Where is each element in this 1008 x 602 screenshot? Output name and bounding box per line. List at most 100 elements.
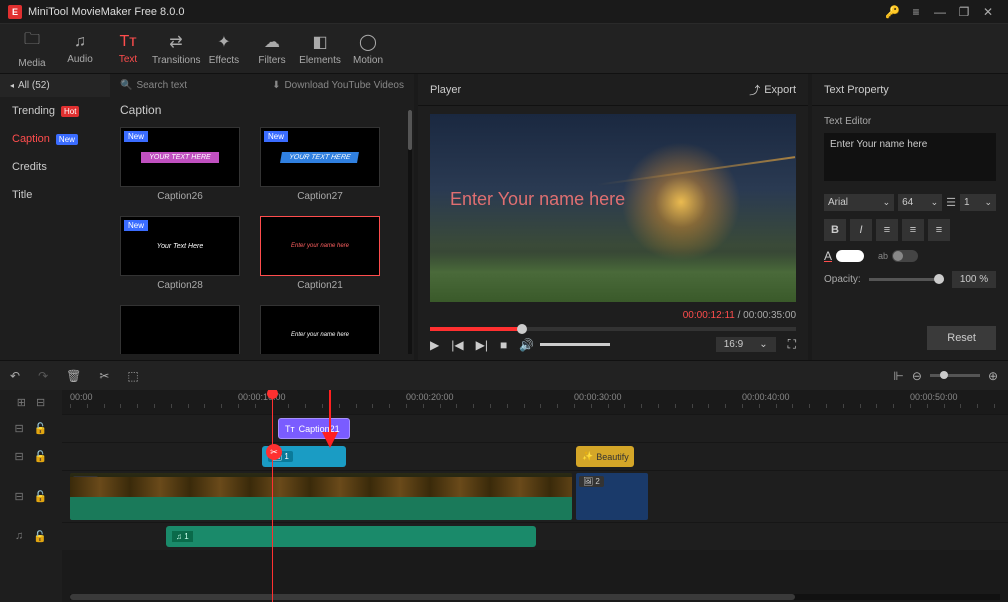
font-select[interactable]: Arial: [824, 194, 894, 211]
new-badge: New: [124, 131, 148, 142]
new-badge: New: [264, 131, 288, 142]
split-handle[interactable]: ✂: [266, 444, 282, 460]
tool-text[interactable]: TтText: [104, 33, 152, 65]
video-clip-2[interactable]: 🖼 2: [576, 473, 648, 520]
caption-item[interactable]: NewYOUR TEXT HERE Caption26: [120, 127, 240, 202]
split-button[interactable]: ✂: [99, 369, 109, 383]
audio-clip[interactable]: ♫ 1: [166, 526, 536, 547]
track-type-audio-icon: ♫: [15, 530, 23, 542]
effects-icon: ✦: [200, 32, 248, 52]
highlight-toggle[interactable]: [892, 250, 918, 262]
download-youtube-link[interactable]: Download YouTube Videos: [272, 80, 404, 91]
new-badge: New: [124, 220, 148, 231]
zoom-slider[interactable]: [930, 374, 980, 377]
tool-effects[interactable]: ✦Effects: [200, 32, 248, 66]
library-scrollbar[interactable]: [408, 110, 412, 354]
crop-button[interactable]: ⬚: [127, 369, 138, 383]
zoom-in-button[interactable]: ⊕: [988, 369, 998, 383]
caption-item[interactable]: Enter your name here Caption23: [260, 305, 380, 354]
next-frame-button[interactable]: ▶|: [476, 338, 488, 352]
aspect-ratio-select[interactable]: 16:9: [716, 337, 776, 352]
opacity-slider[interactable]: [869, 278, 944, 281]
track-lock-button[interactable]: 🔓: [33, 530, 47, 543]
audio-track[interactable]: ♫ 1: [62, 522, 1008, 550]
sidebar-item-trending[interactable]: TrendingHot: [0, 97, 110, 125]
align-right-button[interactable]: ≡: [928, 219, 950, 241]
text-library: Search text Download YouTube Videos Capt…: [110, 74, 414, 360]
titlebar: E MiniTool MovieMaker Free 8.0.0 🔑 ≡ — ❐…: [0, 0, 1008, 24]
volume-slider[interactable]: [540, 343, 610, 346]
track-lock-button[interactable]: 🔓: [34, 490, 48, 503]
player-title: Player: [430, 84, 749, 96]
timeline-scrollbar[interactable]: [70, 594, 1000, 600]
close-button[interactable]: ✕: [976, 5, 1000, 19]
italic-button[interactable]: I: [850, 219, 872, 241]
tracks-area[interactable]: 00:00 00:00:10:00 00:00:20:00 00:00:30:0…: [62, 390, 1008, 602]
hot-badge: Hot: [61, 106, 79, 117]
tool-transitions[interactable]: ⇄Transitions: [152, 32, 200, 66]
audio-icon: ♫: [56, 33, 104, 51]
caption-item-selected[interactable]: Enter your name here Caption21: [260, 216, 380, 291]
export-button[interactable]: Export: [749, 82, 796, 98]
play-button[interactable]: ▶: [430, 338, 439, 352]
overlay-track[interactable]: 🖼 1 Beautify: [62, 442, 1008, 470]
zoom-out-button[interactable]: ⊖: [912, 369, 922, 383]
text-track[interactable]: Caption21: [62, 414, 1008, 442]
collapse-tracks-button[interactable]: ⊟: [36, 396, 45, 409]
font-size-select[interactable]: 64: [898, 194, 942, 211]
text-property-panel: Text Property Text Editor Enter Your nam…: [812, 74, 1008, 360]
undo-button[interactable]: ↶: [10, 369, 20, 383]
delete-button[interactable]: 🗑: [66, 369, 81, 383]
reset-button[interactable]: Reset: [927, 326, 996, 350]
prev-frame-button[interactable]: |◀: [451, 338, 463, 352]
opacity-value: 100 %: [952, 271, 996, 288]
text-editor-label: Text Editor: [824, 116, 996, 127]
fullscreen-button[interactable]: ⛶: [788, 337, 796, 352]
bold-button[interactable]: B: [824, 219, 846, 241]
add-track-button[interactable]: ⊞: [17, 396, 26, 409]
align-left-button[interactable]: ≡: [876, 219, 898, 241]
tool-media[interactable]: 🗀Media: [8, 28, 56, 69]
caption-item[interactable]: NewYour Text Here Caption28: [120, 216, 240, 291]
line-height-select[interactable]: 1: [960, 194, 996, 211]
main-toolbar: 🗀Media ♫Audio TтText ⇄Transitions ✦Effec…: [0, 24, 1008, 74]
playhead[interactable]: [272, 390, 273, 602]
sidebar-item-credits[interactable]: Credits: [0, 153, 110, 181]
app-title: MiniTool MovieMaker Free 8.0.0: [28, 6, 885, 18]
redo-button[interactable]: ↷: [38, 369, 48, 383]
track-lock-button[interactable]: 🔓: [34, 450, 48, 463]
sidebar-header[interactable]: All (52): [0, 74, 110, 97]
folder-icon: 🗀: [8, 28, 56, 55]
tool-elements[interactable]: ◧Elements: [296, 32, 344, 66]
highlight-label: ab: [878, 251, 888, 261]
transitions-icon: ⇄: [152, 32, 200, 52]
timeline-ruler[interactable]: 00:00 00:00:10:00 00:00:20:00 00:00:30:0…: [62, 390, 1008, 414]
caption-item[interactable]: Caption22: [120, 305, 240, 354]
track-type-video-icon: ⊟: [15, 490, 24, 503]
beautify-clip[interactable]: Beautify: [576, 446, 634, 467]
line-height-icon: ☰: [946, 196, 956, 209]
tool-filters[interactable]: ☁Filters: [248, 32, 296, 66]
stop-button[interactable]: ■: [500, 338, 507, 352]
text-editor-input[interactable]: Enter Your name here: [824, 133, 996, 181]
zoom-fit-button[interactable]: ⊩: [893, 369, 903, 383]
track-lock-button[interactable]: 🔓: [34, 422, 48, 435]
menu-icon[interactable]: ≡: [904, 5, 928, 19]
maximize-button[interactable]: ❐: [952, 5, 976, 19]
search-input[interactable]: Search text: [120, 80, 272, 91]
video-track[interactable]: 🖼 1 🖼 2: [62, 470, 1008, 522]
tool-audio[interactable]: ♫Audio: [56, 33, 104, 65]
minimize-button[interactable]: —: [928, 5, 952, 19]
video-clip-1[interactable]: 🖼 1: [70, 473, 572, 520]
align-center-button[interactable]: ≡: [902, 219, 924, 241]
volume-icon[interactable]: 🔊: [519, 338, 534, 352]
caption-item[interactable]: NewYOUR TEXT HERE Caption27: [260, 127, 380, 202]
sidebar-item-title[interactable]: Title: [0, 181, 110, 209]
license-key-icon[interactable]: 🔑: [885, 5, 900, 19]
text-color-button[interactable]: A: [824, 249, 864, 263]
tool-motion[interactable]: ◯Motion: [344, 32, 392, 66]
sidebar-item-caption[interactable]: CaptionNew: [0, 125, 110, 153]
preview-viewport[interactable]: Enter Your name here: [430, 114, 796, 302]
timeline: ⊞⊟ ⊟🔓 ⊟🔓 ⊟🔓 ♫🔓 00:00 00:00:10:00 00:00:2…: [0, 390, 1008, 602]
playback-progress[interactable]: [430, 327, 796, 331]
